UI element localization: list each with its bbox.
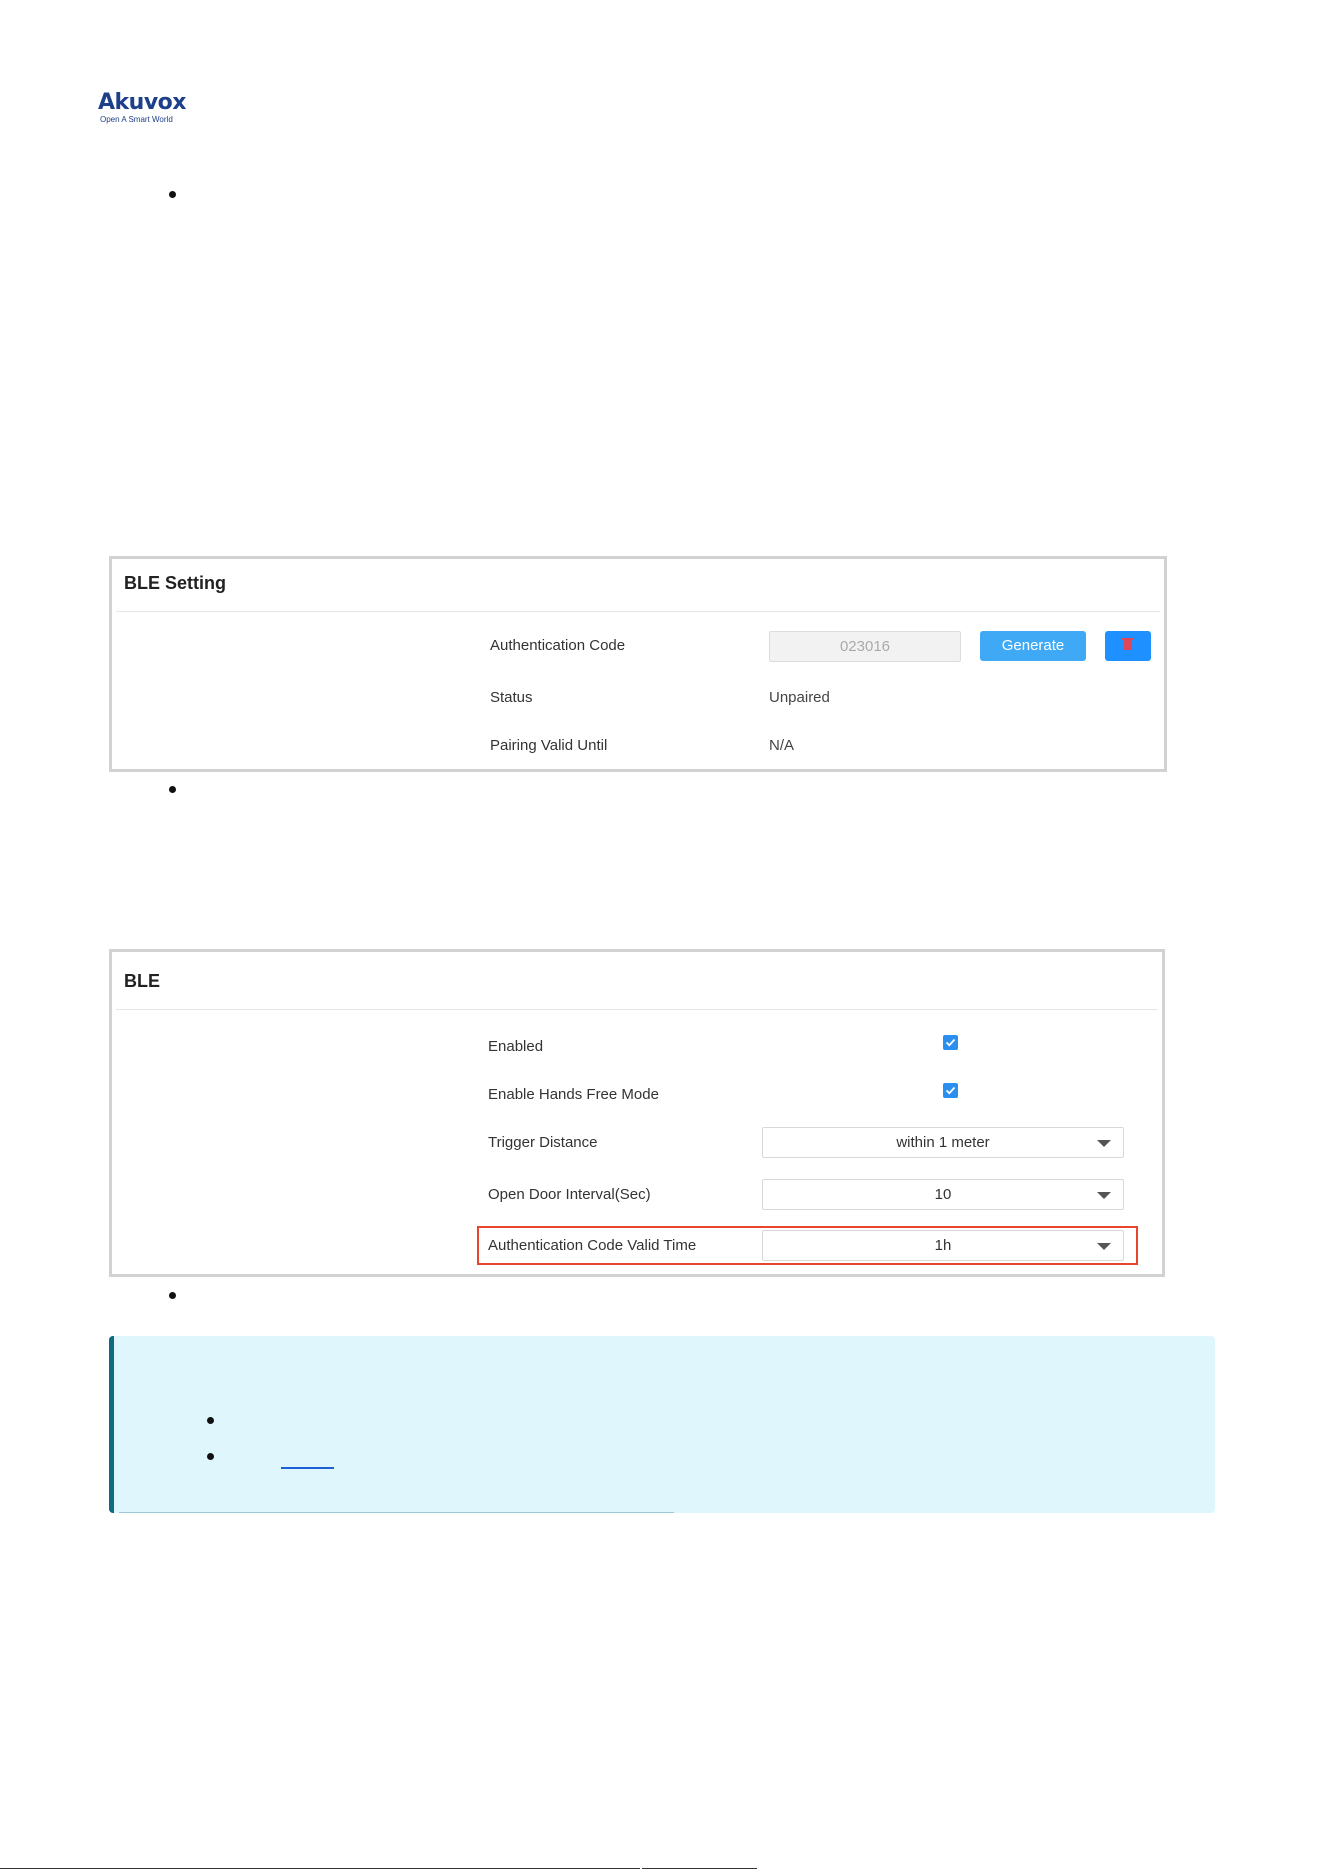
trigger-distance-label: Trigger Distance (488, 1134, 598, 1151)
footer-line (0, 1868, 640, 1869)
hands-free-checkbox[interactable] (943, 1083, 958, 1098)
hands-free-label: Enable Hands Free Mode (488, 1086, 659, 1103)
auth-code-valid-time-select[interactable]: 1h (762, 1230, 1124, 1261)
caret-down-icon (1097, 1243, 1111, 1250)
ble-panel: BLE Enabled Enable Hands Free Mode Trigg… (109, 949, 1165, 1277)
auth-code-valid-time-value: 1h (934, 1237, 952, 1254)
caret-down-icon (1097, 1192, 1111, 1199)
check-icon (945, 1086, 956, 1095)
open-door-interval-label: Open Door Interval(Sec) (488, 1186, 651, 1203)
trigger-distance-select[interactable]: within 1 meter (762, 1127, 1124, 1158)
logo-tagline: Open A Smart World (100, 115, 173, 124)
logo-wordmark: Akuvox (98, 90, 186, 115)
auth-code-label: Authentication Code (490, 637, 626, 654)
auth-code-valid-time-label: Authentication Code Valid Time (488, 1237, 697, 1254)
status-label: Status (490, 689, 533, 706)
auth-code-field: 023016 (769, 631, 961, 662)
link-underline[interactable] (281, 1467, 334, 1469)
enabled-checkbox[interactable] (943, 1035, 958, 1050)
pairing-valid-value: N/A (769, 737, 795, 754)
panel-divider (116, 611, 1160, 612)
trash-icon (1124, 640, 1132, 650)
generate-button[interactable]: Generate (980, 631, 1086, 661)
ble-setting-title: BLE Setting (124, 573, 226, 593)
pairing-valid-label: Pairing Valid Until (490, 737, 608, 754)
ble-title: BLE (124, 971, 160, 991)
note-underline (119, 1512, 674, 1513)
open-door-interval-select[interactable]: 10 (762, 1179, 1124, 1210)
check-icon (945, 1038, 956, 1047)
note-bullet-1 (207, 1417, 214, 1424)
caret-down-icon (1097, 1140, 1111, 1147)
bullet-2 (169, 786, 176, 793)
akuvox-logo: Akuvox Open A Smart World (98, 90, 186, 125)
enabled-label: Enabled (488, 1038, 544, 1055)
delete-button[interactable] (1105, 631, 1151, 661)
ble-setting-panel: BLE Setting Authentication Code 023016 G… (109, 556, 1167, 772)
note-bullet-2 (207, 1453, 214, 1460)
status-value: Unpaired (769, 689, 830, 706)
bullet-3 (169, 1292, 176, 1299)
panel-divider (116, 1009, 1158, 1010)
note-box (109, 1336, 1215, 1513)
bullet-1 (169, 191, 176, 198)
trigger-distance-value: within 1 meter (896, 1134, 990, 1151)
open-door-interval-value: 10 (934, 1186, 952, 1203)
footer-line (642, 1868, 757, 1869)
